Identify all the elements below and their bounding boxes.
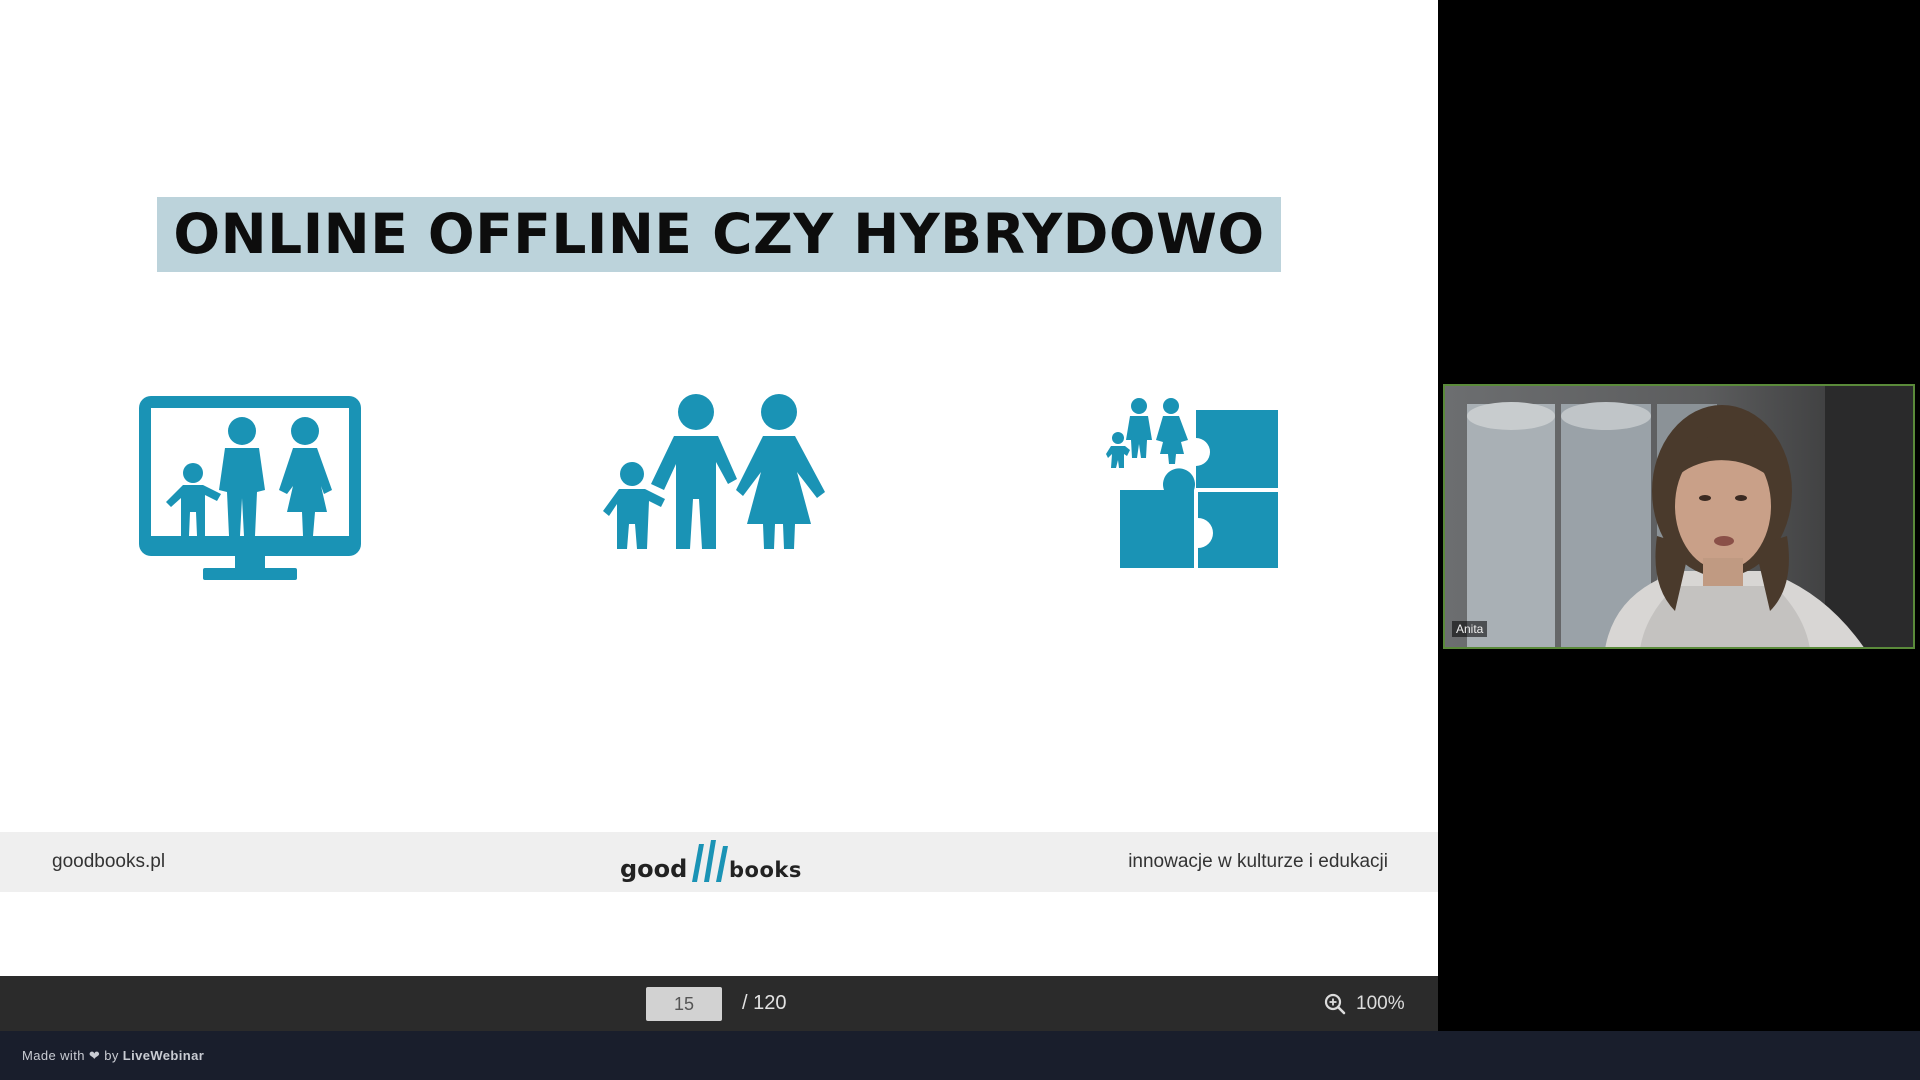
made-with-text[interactable]: Made with ❤ by LiveWebinar (22, 1031, 204, 1080)
brand-bar: Made with ❤ by LiveWebinar (0, 1031, 1920, 1080)
zoom-level: 100% (1356, 992, 1405, 1014)
zoom-control[interactable]: 100% (1324, 976, 1405, 1031)
brand-name: LiveWebinar (122, 1048, 205, 1063)
page-total: / 120 (742, 992, 787, 1014)
made-with-by: by (104, 1048, 119, 1063)
slide-title: ONLINE OFFLINE CZY HYBRYDOWO (157, 197, 1281, 272)
logo-good-text: good (620, 855, 688, 883)
zoom-icon (1324, 993, 1346, 1014)
page-number-input[interactable] (646, 987, 722, 1021)
footer-website: goodbooks.pl (52, 851, 166, 872)
participant-video[interactable]: Anita (1443, 384, 1915, 649)
heart-icon: ❤ (88, 1048, 101, 1063)
presentation-controls: / 120 100% (0, 976, 1438, 1031)
footer-tagline: innowacje w kulturze i edukacji (1128, 851, 1388, 872)
family-monitor-icon (137, 394, 363, 584)
video-frame (1445, 386, 1913, 647)
logo-bars-icon (692, 840, 728, 882)
presentation-slide: ONLINE OFFLINE CZY HYBRYDOWO goodbooks.p… (0, 0, 1438, 976)
family-icon (603, 394, 829, 554)
slide-footer: goodbooks.pl good books innowacje w kult… (0, 832, 1438, 892)
logo-books-text: books (729, 858, 802, 882)
made-with-prefix: Made with (22, 1048, 85, 1063)
participant-name: Anita (1452, 621, 1488, 637)
family-puzzle-icon (1106, 396, 1282, 570)
